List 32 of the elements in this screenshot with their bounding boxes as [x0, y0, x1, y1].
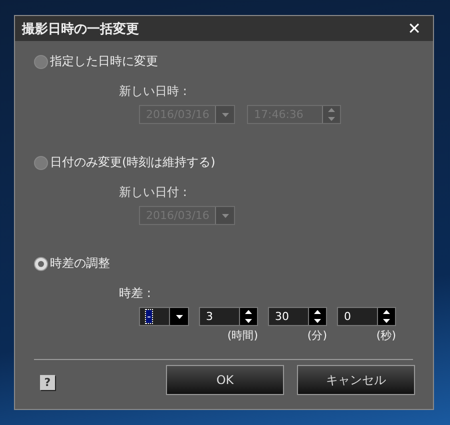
unit-label: (分)	[307, 328, 327, 343]
option-label[interactable]: 日付のみ変更(時刻は維持する)	[50, 154, 216, 171]
option-label[interactable]: 指定した日時に変更	[50, 53, 158, 70]
number-spinner[interactable]: 3	[199, 307, 258, 326]
option-label[interactable]: 時差の調整	[50, 255, 110, 272]
dialog-button[interactable]: キャンセル	[297, 365, 415, 395]
down-arrow-icon	[383, 318, 390, 323]
dialog-button[interactable]: OK	[166, 365, 284, 395]
up-arrow-icon	[245, 310, 252, 314]
dialog-title: 撮影日時の一括変更	[22, 20, 139, 38]
field-label: 新しい日時 :	[119, 83, 188, 100]
number-spinner[interactable]: 30	[268, 307, 327, 326]
unit-label: (秒)	[376, 328, 396, 343]
up-arrow-icon	[314, 310, 321, 314]
up-arrow-icon	[328, 108, 335, 112]
sign-dropdown[interactable]: -	[139, 307, 189, 326]
down-arrow-icon	[328, 116, 335, 121]
up-arrow-icon	[383, 310, 390, 314]
help-button[interactable]: ?	[40, 374, 55, 390]
close-button[interactable]: ✕	[404, 19, 425, 38]
down-arrow-icon	[245, 318, 252, 323]
unit-label: (時間)	[227, 328, 258, 343]
down-arrow-icon	[314, 318, 321, 323]
radio-button[interactable]	[34, 156, 48, 170]
caret-icon	[176, 314, 182, 318]
radio-button[interactable]	[34, 54, 48, 68]
radio-button[interactable]	[34, 256, 48, 270]
field-label: 時差 :	[119, 285, 152, 302]
field-label: 新しい日付 :	[119, 184, 188, 201]
caret-icon	[222, 112, 229, 116]
caret-icon	[222, 214, 229, 218]
number-spinner[interactable]: 0	[337, 307, 396, 326]
